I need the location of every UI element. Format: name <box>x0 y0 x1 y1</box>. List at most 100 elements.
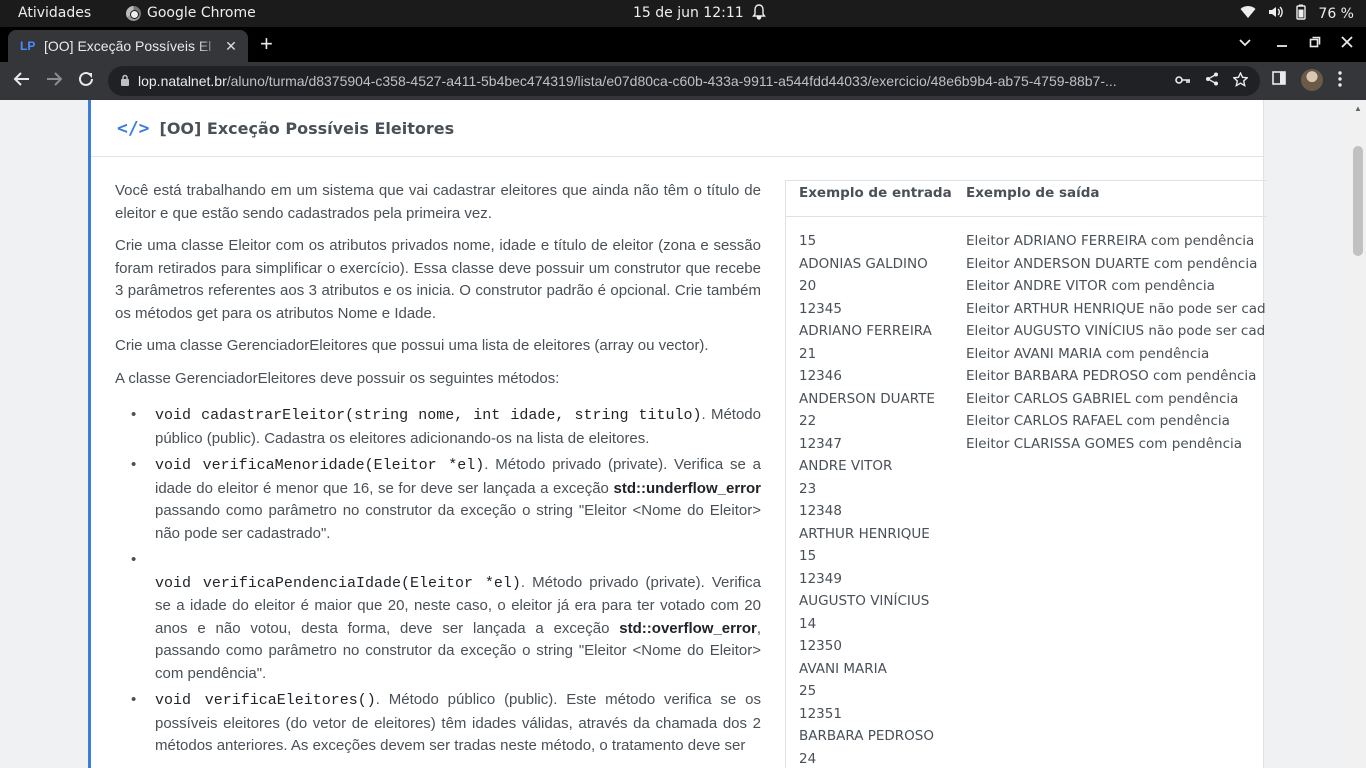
exception-name: std::overflow_error <box>619 619 757 637</box>
tab-active[interactable]: LP [OO] Exceção Possíveis El ✕ <box>8 30 248 62</box>
restore-button[interactable] <box>1309 35 1321 52</box>
page-title: [OO] Exceção Possíveis Eleitores <box>159 118 455 138</box>
exercise-card: </> [OO] Exceção Possíveis Eleitores Voc… <box>88 100 1267 768</box>
exercise-description: Você está trabalhando em um sistema que … <box>115 180 761 762</box>
forward-button[interactable] <box>45 70 63 92</box>
sample-input-line: 14 <box>799 615 817 632</box>
code-icon: </> <box>117 117 150 139</box>
close-window-button[interactable] <box>1341 35 1353 52</box>
page-viewport: </> [OO] Exceção Possíveis Eleitores Voc… <box>0 100 1350 768</box>
methods-intro-paragraph: A classe GerenciadorEleitores deve possu… <box>115 369 560 387</box>
method-item-verifica-eleitores: void verificaEleitores(). Método público… <box>131 689 761 758</box>
sample-input-line: ANDERSON DUARTE <box>799 390 935 407</box>
sample-input-line: 21 <box>799 345 817 362</box>
sample-input-line: 12347 <box>799 435 842 452</box>
sample-input-line: ANDRE VITOR <box>799 458 893 474</box>
exception-name: std::underflow_error <box>613 479 761 497</box>
sample-output-line: Eleitor BARBARA PEDROSO com pendência <box>966 368 1257 384</box>
sample-input-line: 12349 <box>799 570 842 587</box>
minimize-button[interactable] <box>1276 35 1288 52</box>
bell-icon <box>752 4 766 24</box>
sample-input-line: 12345 <box>799 300 842 317</box>
sample-output-line: Eleitor CLARISSA GOMES com pendência <box>966 435 1243 452</box>
address-bar[interactable]: lop.natalnet.br/aluno/turma/d8375904-c35… <box>108 66 1260 96</box>
sample-input-line: 24 <box>799 750 817 767</box>
browser-toolbar: lop.natalnet.br/aluno/turma/d8375904-c35… <box>0 62 1366 100</box>
sample-input-line: 12348 <box>799 503 842 519</box>
sample-output-line: Eleitor ARTHUR HENRIQUE não pode ser cad… <box>966 300 1266 317</box>
sample-input-line: 20 <box>799 278 817 294</box>
sample-input-line: BARBARA PEDROSO <box>799 728 934 744</box>
sample-input-line: 12351 <box>799 705 842 722</box>
sample-output-line: Eleitor CARLOS RAFAEL com pendência <box>966 413 1230 429</box>
page-scrollbar[interactable]: ▲ <box>1350 100 1366 768</box>
method-description: passando como parâmetro no construtor da… <box>155 502 761 542</box>
sample-input-line: AUGUSTO VINÍCIUS <box>799 593 930 609</box>
battery-icon <box>1296 4 1307 24</box>
input-header: Exemplo de entrada <box>799 185 952 201</box>
intro-paragraph: Você está trabalhando em um sistema que … <box>115 182 761 222</box>
method-signature: void cadastrarEleitor(string nome, int i… <box>155 407 702 424</box>
sample-output-line: Eleitor AUGUSTO VINÍCIUS não pode ser ca… <box>966 323 1266 339</box>
url-path: /aluno/turma/d8375904-c358-4527-a411-5b4… <box>226 73 1117 89</box>
volume-icon <box>1268 5 1284 23</box>
sample-io-table: Exemplo de entrada Exemplo de saída 15 AD… <box>785 180 1267 768</box>
sample-input-line: 12346 <box>799 368 842 384</box>
battery-percent: 76 % <box>1318 6 1354 22</box>
scroll-up-arrow-icon[interactable]: ▲ <box>1354 104 1362 113</box>
method-item-menoridade: void verificaMenoridade(Eleitor *el). Mé… <box>131 454 761 545</box>
sample-input-line: ADONIAS GALDINO <box>799 255 928 272</box>
app-menu[interactable]: Google Chrome <box>126 5 256 21</box>
share-icon[interactable] <box>1205 72 1219 90</box>
sample-input-line: ADRIANO FERREIRA <box>799 323 932 339</box>
menu-icon[interactable] <box>1338 71 1342 91</box>
profile-avatar[interactable] <box>1301 69 1323 91</box>
system-top-bar: Atividades Google Chrome 15 de jun 12:11… <box>0 0 1366 27</box>
chrome-icon <box>126 5 141 21</box>
wifi-icon <box>1240 5 1256 23</box>
output-header: Exemplo de saída <box>966 185 1100 201</box>
sample-input-line: AVANI MARIA <box>799 660 887 677</box>
method-item-pendencia: void verificaPendenciaIdade(Eleitor *el)… <box>131 549 761 685</box>
gerenciador-paragraph: Crie uma classe GerenciadorEleitores que… <box>115 337 709 354</box>
method-signature: void verificaPendenciaIdade(Eleitor *el) <box>155 574 521 592</box>
sample-output-line: Eleitor ADRIANO FERREIRA com pendência <box>966 233 1255 249</box>
sample-input-line: ARTHUR HENRIQUE <box>799 525 930 542</box>
sample-output-line: Eleitor AVANI MARIA com pendência <box>966 345 1210 362</box>
back-button[interactable] <box>13 70 31 92</box>
methods-list: void cadastrarEleitor(string nome, int i… <box>115 404 761 758</box>
sample-output-line: Eleitor ANDRE VITOR com pendência <box>966 278 1215 294</box>
eleitor-class-paragraph: Crie uma classe Eleitor com os atributos… <box>115 237 761 322</box>
tab-close-icon[interactable]: ✕ <box>222 38 240 55</box>
app-name: Google Chrome <box>147 5 256 21</box>
lock-icon[interactable] <box>120 74 138 89</box>
sample-input-line: 22 <box>799 413 817 429</box>
reload-button[interactable] <box>77 70 95 92</box>
tab-search-chevron-icon[interactable] <box>1238 35 1252 52</box>
sample-table-header: Exemplo de entrada Exemplo de saída <box>786 181 1267 217</box>
sample-input-column: 15 ADONIAS GALDINO 20 12345 ADRIANO FERREIRA… <box>799 230 959 768</box>
system-tray[interactable]: 76 % <box>1240 4 1354 24</box>
sample-input-line: 15 <box>799 233 817 249</box>
sample-input-line: 23 <box>799 480 817 497</box>
sample-input-line: 12350 <box>799 638 842 654</box>
new-tab-button[interactable]: + <box>260 33 273 55</box>
method-signature: void verificaEleitores() <box>155 692 376 709</box>
sample-input-line: 25 <box>799 683 817 699</box>
url-text[interactable]: lop.natalnet.br/aluno/turma/d8375904-c35… <box>138 73 1165 89</box>
card-header: </> [OO] Exceção Possíveis Eleitores <box>91 100 1263 157</box>
scrollbar-thumb[interactable] <box>1353 146 1363 256</box>
activities-button[interactable]: Atividades <box>18 5 91 21</box>
sample-input-line: 15 <box>799 548 817 564</box>
clock[interactable]: 15 de jun 12:11 <box>633 5 744 21</box>
url-host: lop.natalnet.br <box>138 73 227 89</box>
sample-output-line: Eleitor CARLOS GABRIEL com pendência <box>966 390 1239 407</box>
method-item-cadastrar: void cadastrarEleitor(string nome, int i… <box>131 404 761 450</box>
key-icon[interactable] <box>1175 72 1191 90</box>
tab-strip: LP [OO] Exceção Possíveis El ✕ + <box>0 27 1366 62</box>
side-panel-icon[interactable] <box>1272 71 1286 89</box>
tab-title: [OO] Exceção Possíveis El <box>44 38 212 54</box>
method-signature: void verificaMenoridade(Eleitor *el) <box>155 457 485 474</box>
sample-output-line: Eleitor ANDERSON DUARTE com pendência <box>966 255 1258 272</box>
bookmark-star-icon[interactable] <box>1232 71 1249 90</box>
